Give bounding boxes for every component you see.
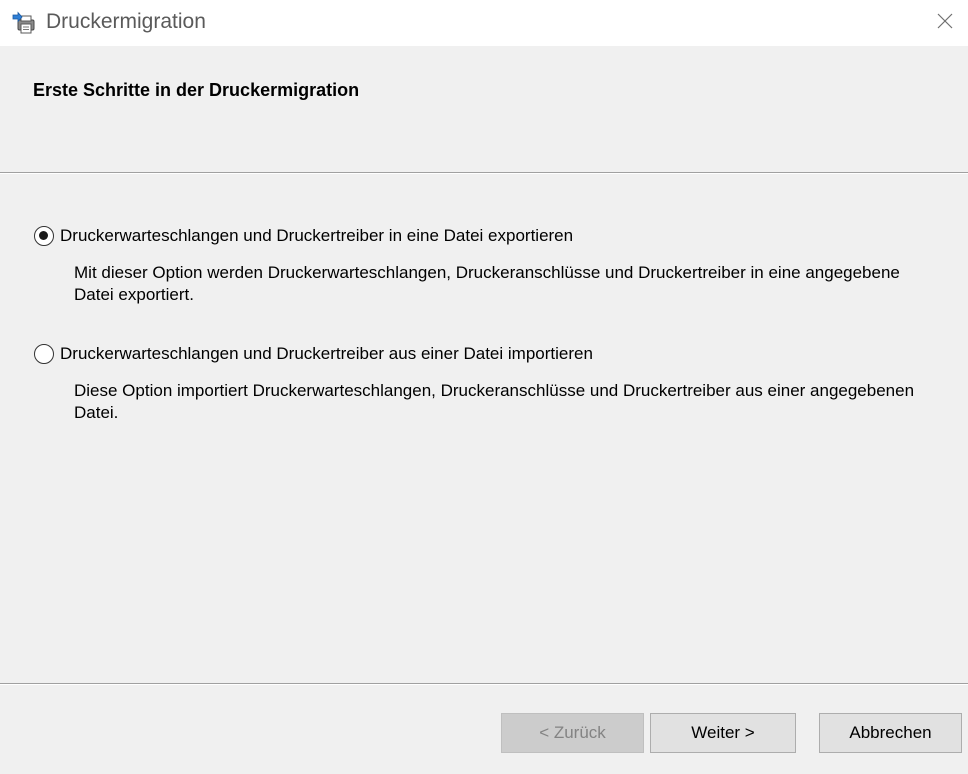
import-option-label[interactable]: Druckerwarteschlangen und Druckertreiber… [60, 344, 593, 364]
export-radio[interactable] [34, 226, 54, 246]
back-button[interactable]: < Zurück [501, 713, 644, 753]
printer-migration-icon [12, 11, 36, 35]
import-option-description: Diese Option importiert Druckerwarteschl… [74, 381, 915, 422]
close-button[interactable] [922, 0, 968, 46]
title-bar[interactable]: Druckermigration [0, 0, 968, 46]
page-title: Erste Schritte in der Druckermigration [33, 80, 360, 100]
cancel-button[interactable]: Abbrechen [819, 713, 962, 753]
window-title: Druckermigration [46, 10, 206, 33]
export-option-label[interactable]: Druckerwarteschlangen und Druckertreiber… [60, 226, 573, 246]
wizard-header: Erste Schritte in der Druckermigration [0, 46, 968, 172]
dialog-window: Druckermigration Erste Schritte in der D… [0, 0, 968, 774]
close-icon [936, 12, 954, 35]
export-option-description: Mit dieser Option werden Druckerwartesch… [74, 263, 900, 304]
next-button[interactable]: Weiter > [650, 713, 796, 753]
radio-selected-dot [39, 231, 48, 240]
import-radio[interactable] [34, 344, 54, 364]
